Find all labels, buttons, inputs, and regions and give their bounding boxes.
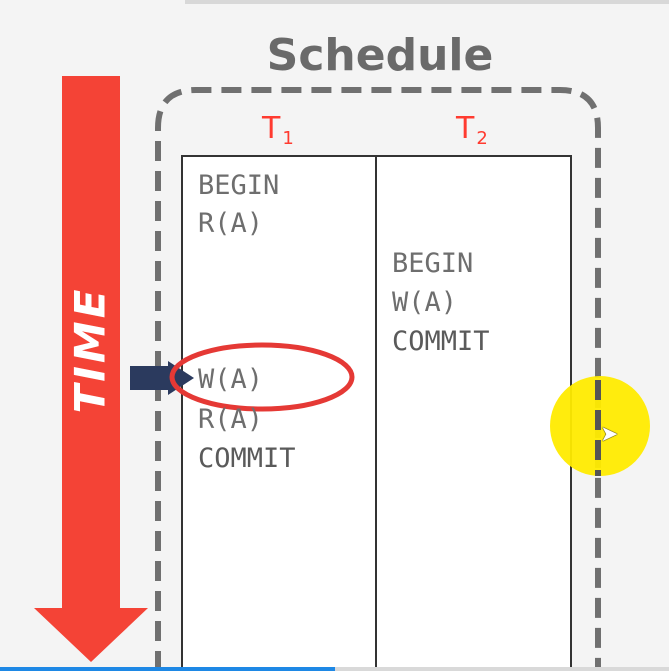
t2-op-begin: BEGIN	[392, 248, 474, 279]
t2-name: T	[456, 111, 475, 146]
t1-op-read-a-2: R(A)	[198, 404, 264, 435]
t1-op-begin: BEGIN	[198, 170, 280, 201]
t2-subscript: 2	[476, 128, 488, 149]
t1-op-read-a: R(A)	[198, 208, 264, 239]
mouse-cursor-icon: ➤	[600, 422, 619, 447]
t1-op-commit: COMMIT	[198, 443, 296, 474]
pointer-arrow-body	[130, 366, 172, 390]
t2-op-commit: COMMIT	[392, 326, 490, 357]
t2-header: T2	[456, 112, 488, 156]
time-label: TIME	[65, 286, 115, 414]
video-progress-bar[interactable]	[0, 667, 669, 671]
t2-op-write-a: W(A)	[392, 287, 458, 318]
video-progress-fill	[0, 667, 335, 671]
slide: Schedule TIME T1 T2 BEGIN R(A) W(A) R(A)…	[0, 0, 669, 671]
t1-header: T1	[262, 112, 294, 156]
t1-subscript: 1	[282, 128, 294, 149]
t1-name: T	[262, 111, 281, 146]
schedule-title: Schedule	[266, 30, 494, 81]
t1-op-write-a: W(A)	[198, 364, 264, 395]
